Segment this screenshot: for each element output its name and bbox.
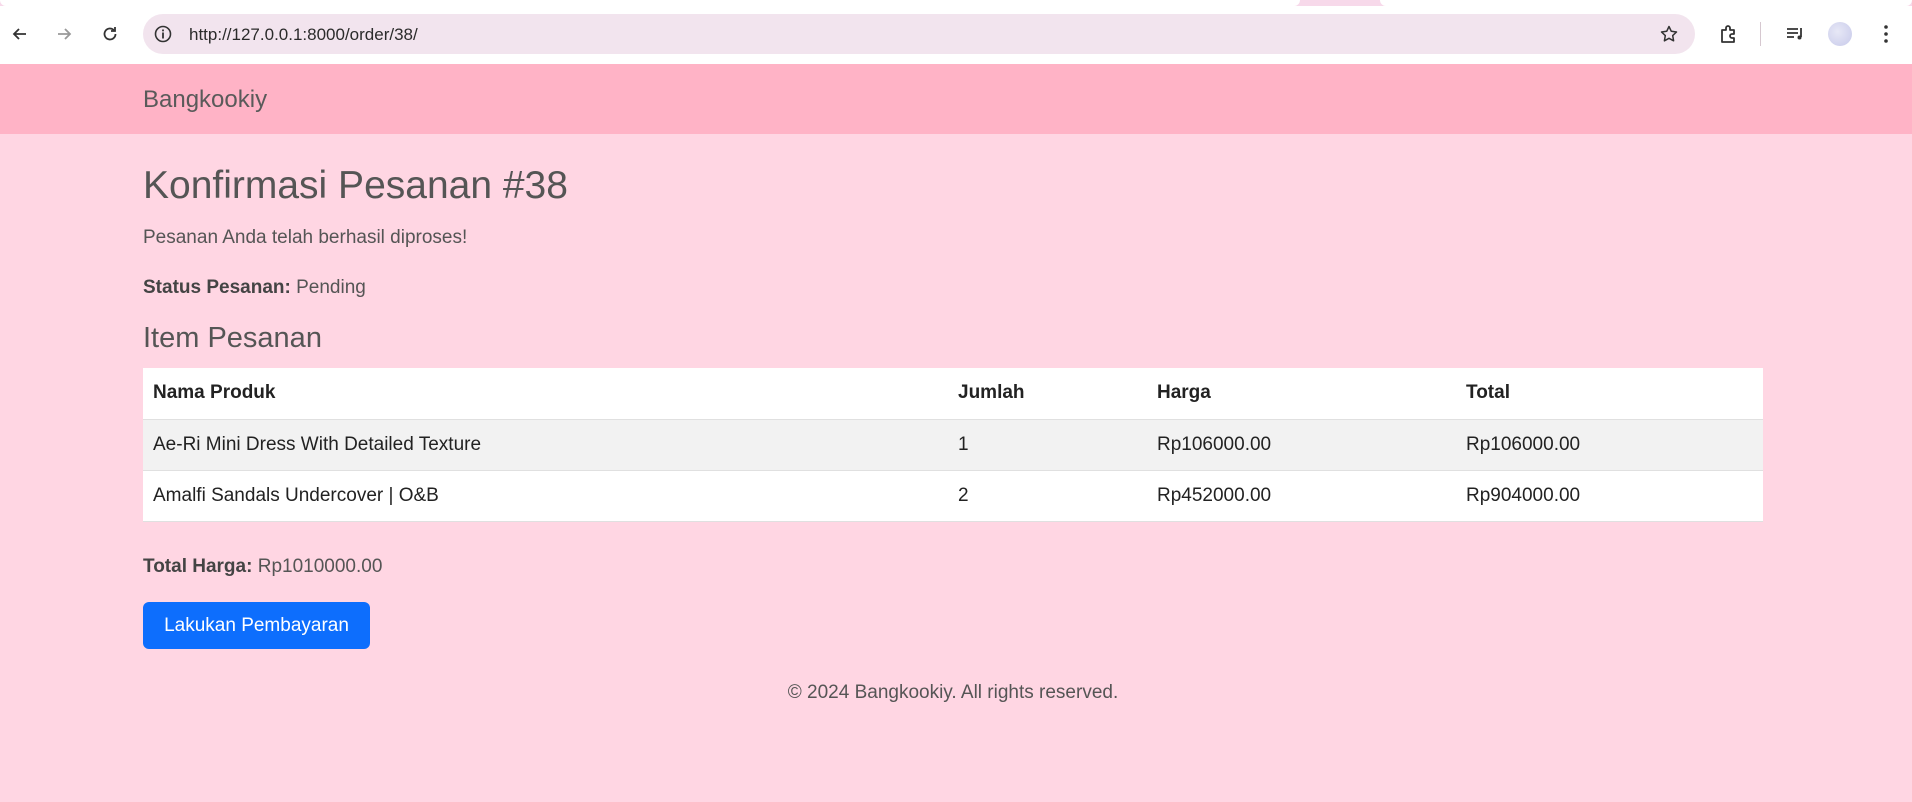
status-label: Status Pesanan: xyxy=(143,277,291,298)
header-quantity: Jumlah xyxy=(948,368,1147,420)
url-input[interactable] xyxy=(189,25,1589,45)
quantity-cell: 1 xyxy=(948,419,1147,471)
table-row: Amalfi Sandals Undercover | O&B 2 Rp4520… xyxy=(143,470,1763,522)
tab-active[interactable] xyxy=(0,0,1300,6)
order-items-table: Nama Produk Jumlah Harga Total Ae-Ri Min… xyxy=(143,368,1763,522)
order-status: Status Pesanan: Pending xyxy=(143,277,366,299)
forward-button[interactable] xyxy=(48,18,80,50)
pay-button[interactable]: Lakukan Pembayaran xyxy=(143,602,370,649)
total-cell: Rp904000.00 xyxy=(1456,470,1763,522)
reload-icon xyxy=(103,27,117,41)
page-title: Konfirmasi Pesanan #38 xyxy=(143,164,568,207)
order-total: Total Harga: Rp1010000.00 xyxy=(143,556,382,578)
price-cell: Rp106000.00 xyxy=(1147,419,1456,471)
status-value: Pending xyxy=(296,277,366,298)
reload-button[interactable] xyxy=(94,18,126,50)
tab-strip xyxy=(0,0,1912,6)
quantity-cell: 2 xyxy=(948,470,1147,522)
extensions-icon[interactable] xyxy=(1717,22,1741,46)
items-heading: Item Pesanan xyxy=(143,322,322,354)
header-price: Harga xyxy=(1147,368,1456,420)
tab-other[interactable] xyxy=(1380,0,1912,6)
toolbar-divider xyxy=(1760,22,1761,46)
browser-toolbar xyxy=(0,0,1912,64)
total-value: Rp1010000.00 xyxy=(257,556,383,577)
site-navbar: Bangkookiy xyxy=(0,64,1912,134)
star-icon[interactable] xyxy=(1659,24,1679,44)
media-icon[interactable] xyxy=(1783,22,1807,46)
total-cell: Rp106000.00 xyxy=(1456,419,1763,471)
table-row: Ae-Ri Mini Dress With Detailed Texture 1… xyxy=(143,419,1763,471)
back-button[interactable] xyxy=(4,18,36,50)
footer-copyright: © 2024 Bangkookiy. All rights reserved. xyxy=(787,682,1119,703)
price-cell: Rp452000.00 xyxy=(1147,470,1456,522)
brand-link[interactable]: Bangkookiy xyxy=(143,86,267,114)
header-total: Total xyxy=(1456,368,1763,420)
profile-avatar[interactable] xyxy=(1828,22,1852,46)
table-header-row: Nama Produk Jumlah Harga Total xyxy=(143,368,1763,420)
header-product-name: Nama Produk xyxy=(143,368,948,420)
product-name-cell: Amalfi Sandals Undercover | O&B xyxy=(143,470,948,522)
product-name-cell: Ae-Ri Mini Dress With Detailed Texture xyxy=(143,419,948,471)
info-icon[interactable] xyxy=(153,24,173,44)
total-label: Total Harga: xyxy=(143,556,253,577)
success-message: Pesanan Anda telah berhasil diproses! xyxy=(143,227,468,248)
address-bar[interactable] xyxy=(143,14,1695,54)
forward-icon xyxy=(58,28,72,40)
kebab-menu-icon[interactable] xyxy=(1874,22,1898,46)
back-icon xyxy=(12,28,26,40)
